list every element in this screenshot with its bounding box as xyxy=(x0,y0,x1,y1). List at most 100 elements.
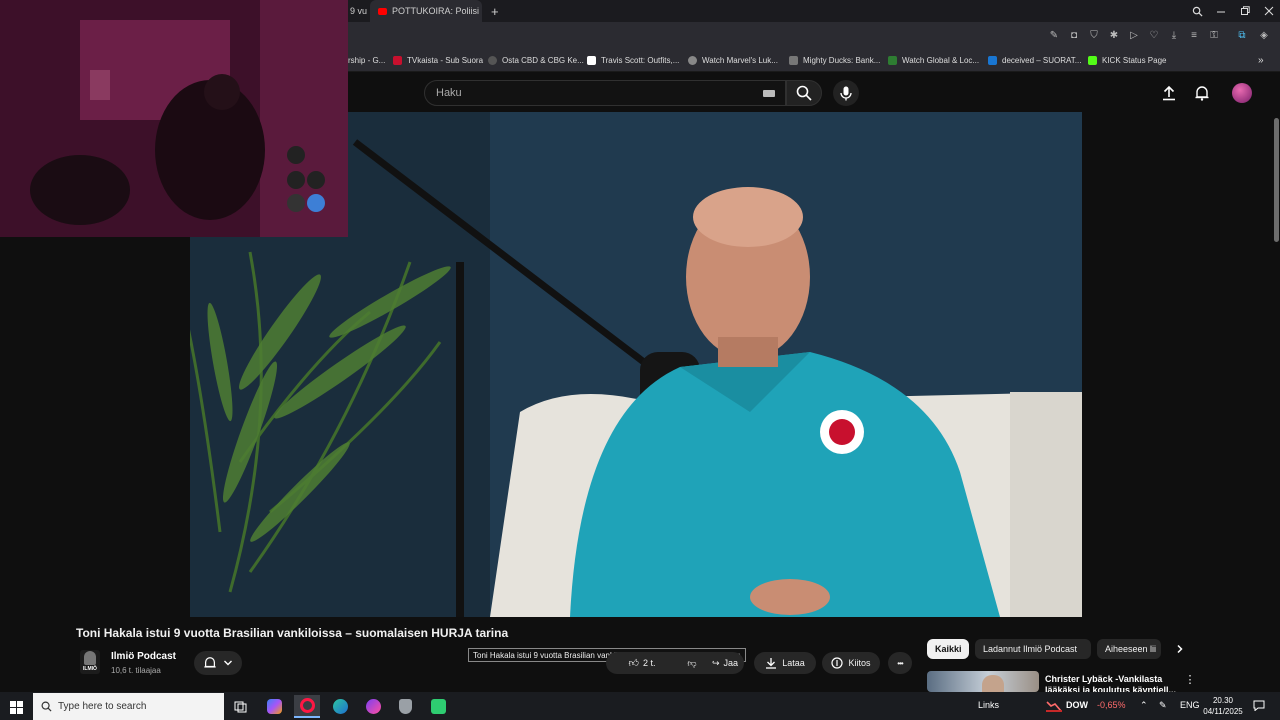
bookmark-label: Watch Global & Loc... xyxy=(902,55,980,65)
more-actions-button[interactable]: ••• xyxy=(888,652,912,674)
search-icon xyxy=(41,701,52,712)
bookmark-item[interactable]: TVkaista - Sub Suora xyxy=(393,53,483,67)
bookmark-label: Mighty Ducks: Bank... xyxy=(803,55,881,65)
keyboard-icon[interactable] xyxy=(763,90,775,97)
chip-channel-uploads[interactable]: Ladannut Ilmiö Podcast xyxy=(975,639,1091,659)
recommended-video-title[interactable]: Christer Lybäck -Vankilasta lääkäksi ja … xyxy=(1045,674,1180,692)
search-tabs-icon[interactable] xyxy=(1185,0,1209,22)
chevron-down-icon xyxy=(224,660,232,666)
scrollbar-thumb[interactable] xyxy=(1274,118,1279,242)
create-upload-icon[interactable] xyxy=(1159,83,1179,103)
play-icon[interactable]: ▷ xyxy=(1128,29,1140,41)
bookmarks-overflow-chevron-icon[interactable]: » xyxy=(1258,53,1264,67)
chip-all[interactable]: Kaikki xyxy=(927,639,969,659)
notifications-bell-icon[interactable] xyxy=(1192,83,1212,103)
cbd-favicon-icon xyxy=(488,55,497,65)
bookmark-item[interactable]: KICK Status Page xyxy=(1088,53,1166,67)
notifications-center-icon[interactable] xyxy=(1253,700,1265,713)
lock-icon[interactable]: ⚿ xyxy=(1208,29,1220,41)
bookmark-item[interactable]: deceived – SUORAT... xyxy=(988,53,1081,67)
stock-chart-icon xyxy=(1046,699,1062,712)
thumbs-down-icon: 👎︎ xyxy=(687,657,697,668)
links-toolbar-label[interactable]: Links xyxy=(978,700,999,710)
shield-app-icon[interactable] xyxy=(392,695,418,718)
copilot-icon[interactable] xyxy=(261,695,287,718)
webcam-overlay xyxy=(0,0,348,237)
tray-overflow-chevron-icon[interactable]: ⌃ xyxy=(1140,700,1148,711)
channel-name[interactable]: Ilmiö Podcast xyxy=(111,651,176,662)
bookmark-item[interactable]: Watch Global & Loc... xyxy=(888,53,979,67)
bookmark-item[interactable]: Mighty Ducks: Bank... xyxy=(789,53,880,67)
thumbs-up-icon: 👍︎ xyxy=(628,658,639,669)
pen-icon[interactable]: ✎ xyxy=(1159,700,1167,711)
camera-icon[interactable]: ◘ xyxy=(1068,29,1080,41)
close-icon[interactable] xyxy=(1257,0,1280,22)
bookmark-item[interactable]: Watch Marvel's Luk... xyxy=(688,53,778,67)
bell-icon xyxy=(204,657,216,668)
clock[interactable]: 20.30 04/11/2025 xyxy=(1203,695,1243,717)
voice-search-button[interactable] xyxy=(833,80,859,106)
menu-icon[interactable]: ≡ xyxy=(1188,29,1200,41)
edit-icon[interactable]: ✎ xyxy=(1048,29,1060,41)
bookmark-label: rship - G... xyxy=(348,55,386,65)
global-favicon-icon xyxy=(888,55,897,65)
shield-icon[interactable]: ⛉ xyxy=(1088,29,1100,41)
bookmark-item[interactable]: Osta CBD & CBG Ke... xyxy=(488,53,584,67)
download-icon[interactable]: ⤓ xyxy=(1168,29,1180,41)
opera-gx-browser-icon[interactable] xyxy=(294,695,320,718)
travis-favicon-icon xyxy=(587,55,596,65)
video-title: Toni Hakala istui 9 vuotta Brasilian van… xyxy=(76,626,509,640)
chip-related[interactable]: Aiheeseen lii xyxy=(1097,639,1161,659)
share-label: Jaa xyxy=(723,658,739,668)
thanks-button[interactable]: Kiitos xyxy=(822,652,880,674)
recommended-menu-icon[interactable]: ⋮ xyxy=(1184,673,1196,687)
task-view-icon[interactable] xyxy=(228,695,254,718)
search-button[interactable] xyxy=(786,80,822,106)
bookmark-item[interactable]: Travis Scott: Outfits,... xyxy=(587,53,679,67)
restore-icon[interactable] xyxy=(1233,0,1257,22)
browser-tab[interactable]: 9 vu xyxy=(348,0,370,22)
chips-next-chevron-icon[interactable] xyxy=(1172,641,1188,657)
search-placeholder: Haku xyxy=(436,87,462,99)
language-indicator[interactable]: ENG xyxy=(1180,700,1200,710)
bookmark-label: Travis Scott: Outfits,... xyxy=(601,55,680,65)
messenger-app-icon[interactable] xyxy=(360,695,386,718)
minimize-icon[interactable] xyxy=(1209,0,1233,22)
channel-avatar[interactable]: ILMIÖ xyxy=(80,650,100,674)
dislike-button[interactable]: 👎︎ xyxy=(677,658,707,669)
tvkaista-favicon-icon xyxy=(393,55,402,65)
tab-label: POTTUKOIRA: Poliisi iskee xyxy=(392,6,482,16)
share-button[interactable]: ↪ Jaa xyxy=(712,658,738,669)
search-input[interactable]: Haku xyxy=(424,80,786,106)
clock-date: 04/11/2025 xyxy=(1203,707,1243,716)
green-app-icon[interactable] xyxy=(425,695,451,718)
ticker-change: -0,65% xyxy=(1097,700,1126,710)
recommended-video-thumbnail[interactable] xyxy=(927,671,1039,692)
youtube-favicon-icon xyxy=(378,7,387,15)
download-button[interactable]: Lataa xyxy=(754,652,816,674)
webcam-image xyxy=(0,0,348,237)
subscription-bell-button[interactable] xyxy=(194,651,242,675)
windows-start-icon[interactable] xyxy=(6,697,26,717)
marvel-favicon-icon xyxy=(688,55,697,65)
thumbnail-person xyxy=(982,675,1004,692)
taskbar-search-input[interactable]: Type here to search xyxy=(33,693,224,720)
heart-icon[interactable]: ♡ xyxy=(1148,29,1160,41)
bookmark-label: KICK Status Page xyxy=(1102,55,1167,65)
settings-cube-icon[interactable]: ◈ xyxy=(1258,29,1270,41)
channel-avatar-figure xyxy=(84,651,96,665)
extension-icon[interactable]: ✱ xyxy=(1108,29,1120,41)
bookmark-label: TVkaista - Sub Suora xyxy=(407,55,484,65)
avatar[interactable] xyxy=(1232,83,1252,103)
bookmark-item[interactable]: rship - G... xyxy=(348,53,385,67)
kick-favicon-icon xyxy=(1088,55,1097,65)
tab-label: 9 vu xyxy=(350,6,368,16)
bookmark-label: Osta CBD & CBG Ke... xyxy=(502,55,584,65)
sidebar-extension-icon[interactable]: ⧉ xyxy=(1236,29,1248,41)
new-tab-button[interactable]: + xyxy=(488,0,506,22)
browser-tab-active[interactable]: POTTUKOIRA: Poliisi iskee xyxy=(370,0,482,22)
edge-browser-icon[interactable] xyxy=(327,695,353,718)
ticker-name[interactable]: DOW xyxy=(1066,700,1088,710)
like-button[interactable]: 👍︎ 2 t. xyxy=(612,657,672,669)
deceived-favicon-icon xyxy=(988,55,997,65)
